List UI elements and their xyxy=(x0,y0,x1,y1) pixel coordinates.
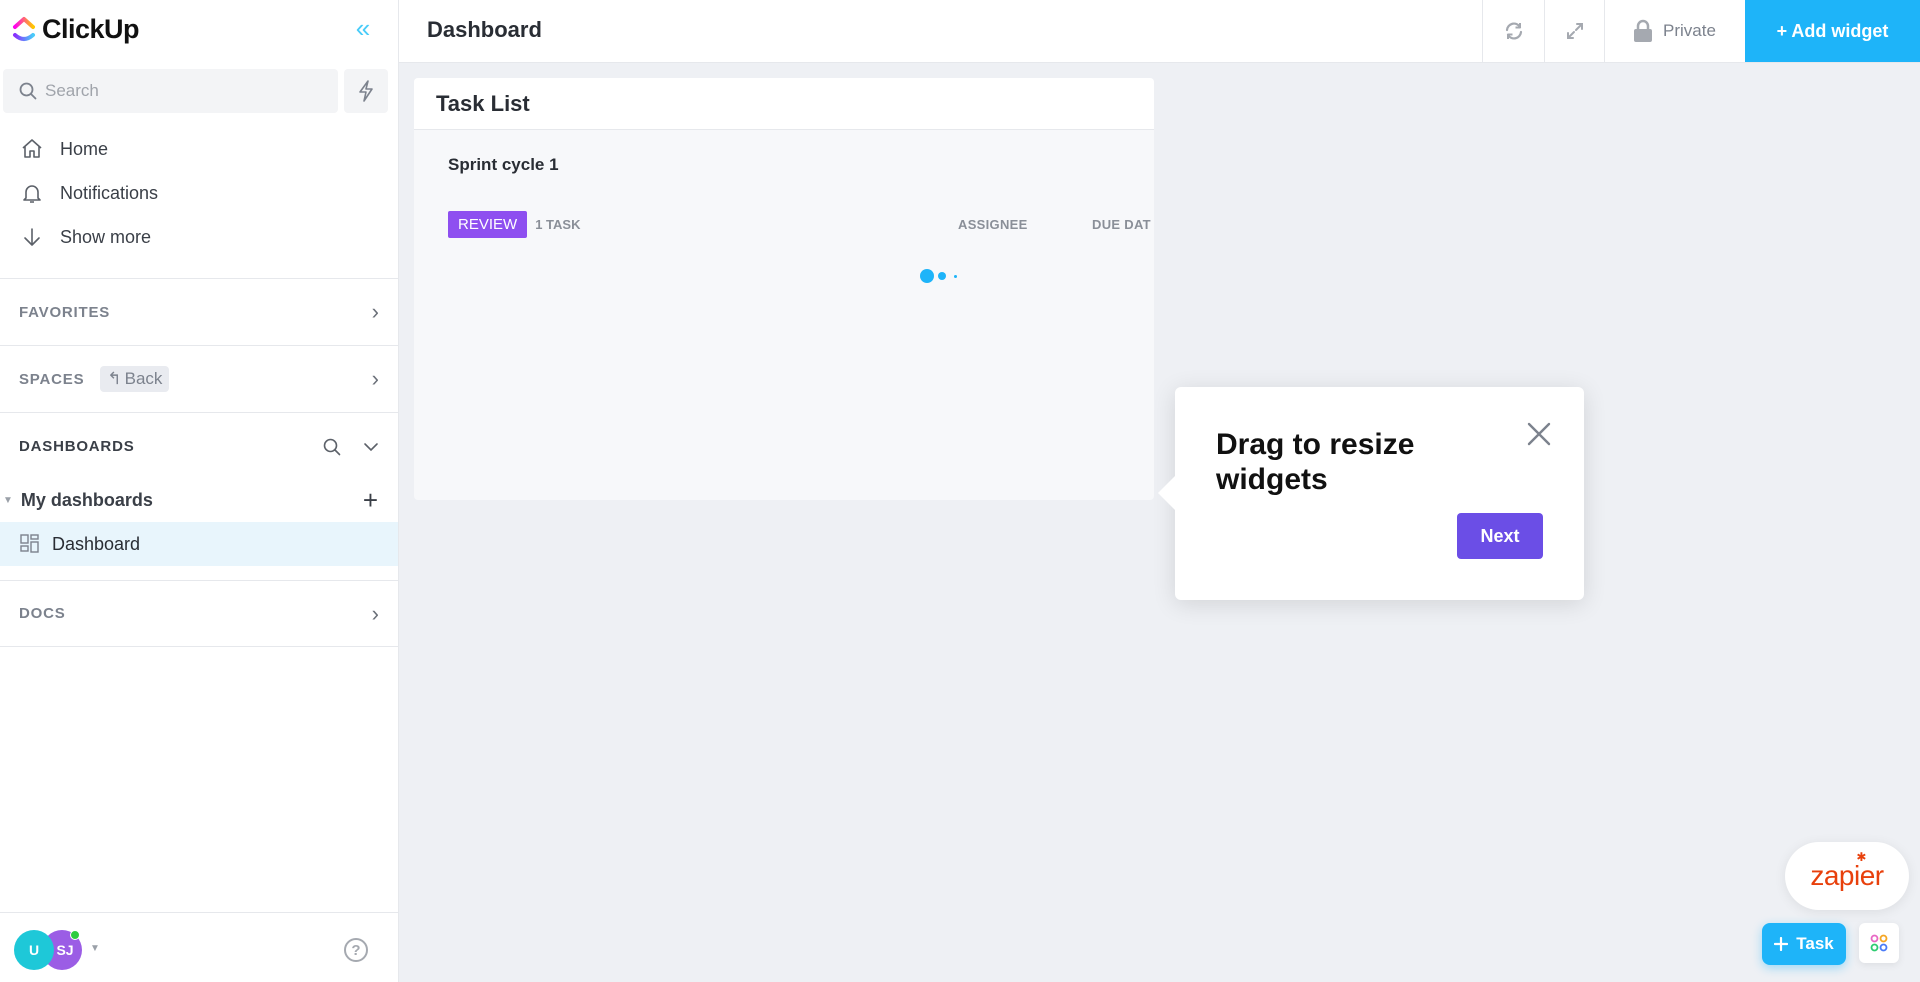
clickup-logo-icon xyxy=(13,16,35,41)
nav-item-home[interactable]: Home xyxy=(0,127,398,171)
status-badge[interactable]: REVIEW xyxy=(448,210,528,238)
arrow-down-icon xyxy=(24,228,40,246)
my-dashboards-group[interactable]: ▼ My dashboards + xyxy=(0,482,398,518)
expand-icon xyxy=(1566,23,1583,39)
widget-header[interactable]: Task List xyxy=(414,78,1154,130)
list-name[interactable]: Sprint cycle 1 xyxy=(448,155,559,175)
avatar-workspace[interactable]: U xyxy=(14,930,54,970)
chevron-right-icon[interactable]: › xyxy=(372,366,379,392)
page-title: Dashboard xyxy=(427,17,542,42)
chevron-down-icon[interactable] xyxy=(363,442,379,452)
plus-icon xyxy=(1774,937,1789,951)
fullscreen-button[interactable] xyxy=(1544,0,1604,62)
asterisk-icon: ✱ xyxy=(1856,850,1866,864)
tooltip-next-button[interactable]: Next xyxy=(1457,513,1543,559)
double-chevron-left-icon: « xyxy=(355,13,371,43)
help-button[interactable]: ? xyxy=(344,938,368,962)
spaces-section[interactable]: SPACES ↰ Back › xyxy=(0,345,398,412)
spinner-dot xyxy=(954,275,957,278)
dashboards-section: DASHBOARDS xyxy=(0,412,398,480)
clickup-logo[interactable]: ClickUp xyxy=(12,14,140,45)
my-dashboards-label: My dashboards xyxy=(20,489,153,510)
lightning-icon xyxy=(359,80,373,102)
dashboards-title: DASHBOARDS xyxy=(19,438,135,455)
new-task-label: Task xyxy=(1796,934,1834,953)
search-input[interactable] xyxy=(45,81,305,101)
favorites-section[interactable]: FAVORITES › xyxy=(0,278,398,345)
nav-item-label: Notifications xyxy=(60,182,159,203)
apps-grid-icon xyxy=(1870,934,1888,952)
nav-item-notifications[interactable]: Notifications xyxy=(0,171,398,215)
apps-button[interactable] xyxy=(1859,923,1899,963)
zapier-label: zapier xyxy=(1810,860,1884,891)
onboarding-tooltip: Drag to resize widgets Next xyxy=(1158,387,1584,600)
spaces-title: SPACES xyxy=(19,370,85,388)
sidebar-item-dashboard[interactable]: Dashboard xyxy=(0,522,398,566)
chevron-right-icon[interactable]: › xyxy=(372,299,379,325)
lock-icon xyxy=(1634,19,1653,42)
docs-title: DOCS xyxy=(19,605,66,622)
dashboard-grid-icon xyxy=(20,534,39,553)
search-icon xyxy=(19,82,37,100)
add-dashboard-button[interactable]: + xyxy=(363,485,378,516)
top-bar: Dashboard Private + Add widget xyxy=(399,0,1920,63)
refresh-icon xyxy=(1505,22,1522,40)
dashboard-item-label: Dashboard xyxy=(52,533,141,554)
column-header-assignee[interactable]: ASSIGNEE xyxy=(958,217,1028,232)
docs-section[interactable]: DOCS › xyxy=(0,580,398,647)
back-label: Back xyxy=(124,369,163,388)
nav-item-label: Home xyxy=(60,138,109,159)
logo-text: ClickUp xyxy=(42,14,140,44)
add-widget-button[interactable]: + Add widget xyxy=(1745,0,1920,62)
widget-title: Task List xyxy=(436,90,530,116)
close-icon xyxy=(1527,422,1551,446)
search-icon[interactable] xyxy=(323,438,341,456)
nav-item-show-more[interactable]: Show more xyxy=(0,215,398,259)
caret-down-icon[interactable]: ▼ xyxy=(90,943,100,954)
sidebar-nav: Home Notifications Show more xyxy=(0,127,398,259)
quick-actions-button[interactable] xyxy=(344,69,388,113)
sidebar: ClickUp « Home Notifications Show more F… xyxy=(0,0,399,982)
spinner-dot xyxy=(920,269,934,283)
refresh-button[interactable] xyxy=(1482,0,1544,62)
loading-spinner xyxy=(917,267,967,283)
nav-item-label: Show more xyxy=(60,226,152,247)
favorites-title: FAVORITES xyxy=(19,303,111,321)
sidebar-footer: U SJ ▼ ? xyxy=(0,912,398,982)
task-list-widget[interactable]: Task List Sprint cycle 1 REVIEW 1 TASK A… xyxy=(414,78,1154,500)
search-box[interactable] xyxy=(3,69,338,113)
status-group-header: REVIEW 1 TASK ASSIGNEE DUE DAT xyxy=(448,209,1154,239)
bell-icon xyxy=(23,185,41,203)
spaces-back-button[interactable]: ↰ Back xyxy=(100,366,170,392)
column-header-due-date[interactable]: DUE DAT xyxy=(1092,217,1151,232)
tooltip-close-button[interactable] xyxy=(1524,419,1554,449)
spinner-dot xyxy=(938,272,946,280)
privacy-label: Private xyxy=(1663,21,1716,40)
collapse-sidebar-button[interactable]: « xyxy=(350,15,376,41)
undo-arrow-icon: ↰ xyxy=(107,369,122,388)
online-status-indicator xyxy=(70,930,80,940)
chevron-right-icon[interactable]: › xyxy=(372,601,379,627)
tooltip-title: Drag to resize widgets xyxy=(1216,428,1415,496)
zapier-logo: zapier ✱ xyxy=(1810,850,1884,892)
new-task-button[interactable]: Task xyxy=(1762,923,1846,965)
task-count: 1 TASK xyxy=(535,216,581,232)
zapier-button[interactable]: zapier ✱ xyxy=(1785,842,1909,910)
caret-down-icon[interactable]: ▼ xyxy=(3,495,13,506)
privacy-button[interactable]: Private xyxy=(1604,0,1744,62)
question-icon: ? xyxy=(351,941,361,959)
home-icon xyxy=(22,139,42,158)
